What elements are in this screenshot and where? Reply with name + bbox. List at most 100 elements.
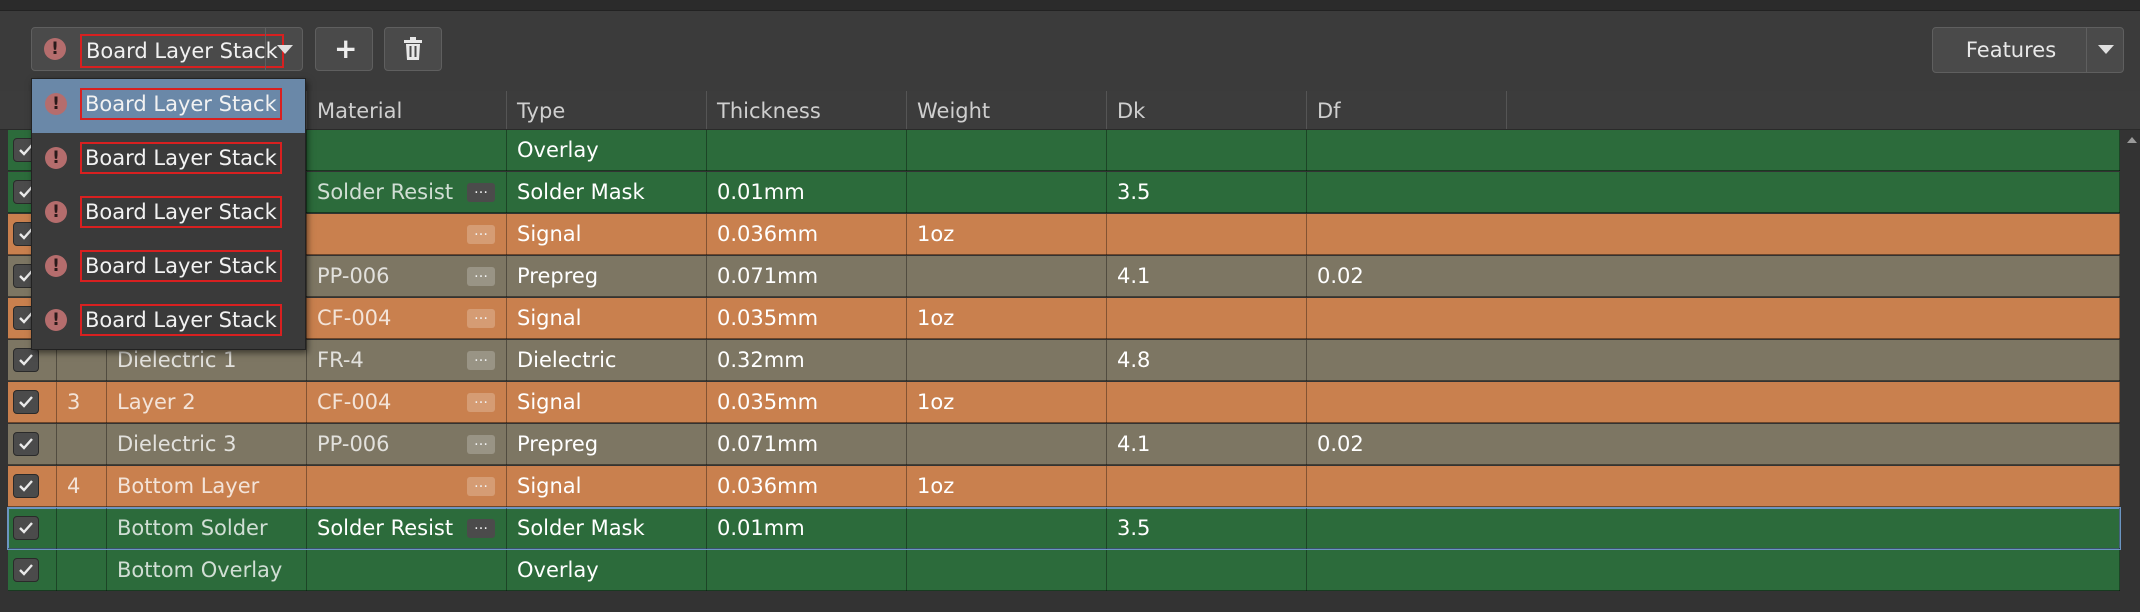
type-cell[interactable]: Signal <box>507 466 707 507</box>
weight-cell[interactable] <box>907 550 1107 591</box>
thickness-cell[interactable]: 0.036mm <box>707 214 907 255</box>
material-cell[interactable]: Solder Resist… <box>307 172 507 213</box>
delete-stack-button[interactable] <box>384 27 442 71</box>
dk-cell[interactable]: 3.5 <box>1107 508 1307 549</box>
type-cell[interactable]: Signal <box>507 298 707 339</box>
dropdown-item[interactable]: ! Board Layer Stack <box>32 133 305 187</box>
thickness-cell[interactable]: 0.071mm <box>707 256 907 297</box>
table-row[interactable]: 3 Layer 2 CF-004 … Signal 0.035mm 1oz <box>8 382 2120 423</box>
weight-cell[interactable] <box>907 256 1107 297</box>
layer-number-cell[interactable] <box>57 508 107 549</box>
df-cell[interactable] <box>1307 340 2120 381</box>
material-cell[interactable]: CF-004… <box>307 382 507 423</box>
material-more-button[interactable]: … <box>467 392 495 412</box>
type-cell[interactable]: Prepreg <box>507 424 707 465</box>
material-cell[interactable]: Solder Resist… <box>307 508 507 549</box>
layer-enabled-checkbox[interactable] <box>13 558 39 582</box>
dk-cell[interactable] <box>1107 550 1307 591</box>
type-cell[interactable]: Signal <box>507 382 707 423</box>
table-row[interactable]: PP-006 … Prepreg 0.071mm 4.1 0.02 <box>8 256 2120 297</box>
df-cell[interactable] <box>1307 172 2120 213</box>
material-cell[interactable]: … <box>307 466 507 507</box>
table-row[interactable]: Solder Resist … Solder Mask 0.01mm 3.5 <box>8 172 2120 213</box>
layer-enabled-checkbox[interactable] <box>13 432 39 456</box>
weight-cell[interactable] <box>907 424 1107 465</box>
weight-cell[interactable]: 1oz <box>907 214 1107 255</box>
dk-cell[interactable] <box>1107 214 1307 255</box>
dk-cell[interactable] <box>1107 298 1307 339</box>
thickness-cell[interactable]: 0.01mm <box>707 172 907 213</box>
df-cell[interactable] <box>1307 466 2120 507</box>
df-cell[interactable] <box>1307 382 2120 423</box>
add-stack-button[interactable]: + <box>315 27 373 71</box>
features-caret-button[interactable] <box>2086 28 2123 72</box>
type-cell[interactable]: Signal <box>507 214 707 255</box>
thickness-cell[interactable]: 0.036mm <box>707 466 907 507</box>
material-cell[interactable]: … <box>307 214 507 255</box>
layer-enabled-checkbox[interactable] <box>13 474 39 498</box>
type-cell[interactable]: Prepreg <box>507 256 707 297</box>
thickness-cell[interactable] <box>707 130 907 171</box>
header-weight[interactable]: Weight <box>907 91 1107 129</box>
header-type[interactable]: Type <box>507 91 707 129</box>
material-cell[interactable] <box>307 550 507 591</box>
material-more-button[interactable]: … <box>467 266 495 286</box>
df-cell[interactable]: 0.02 <box>1307 424 2120 465</box>
material-more-button[interactable]: … <box>467 308 495 328</box>
df-cell[interactable] <box>1307 214 2120 255</box>
table-row[interactable]: Bottom Overlay Overlay <box>8 550 2120 591</box>
material-more-button[interactable]: … <box>467 476 495 496</box>
layer-number-cell[interactable] <box>57 550 107 591</box>
layer-number-cell[interactable] <box>57 424 107 465</box>
type-cell[interactable]: Overlay <box>507 130 707 171</box>
layer-number-cell[interactable]: 3 <box>57 382 107 423</box>
thickness-cell[interactable]: 0.035mm <box>707 382 907 423</box>
layer-enabled-checkbox[interactable] <box>13 390 39 414</box>
df-cell[interactable] <box>1307 508 2120 549</box>
df-cell[interactable] <box>1307 298 2120 339</box>
material-more-button[interactable]: … <box>467 518 495 538</box>
thickness-cell[interactable]: 0.071mm <box>707 424 907 465</box>
weight-cell[interactable] <box>907 130 1107 171</box>
header-thickness[interactable]: Thickness <box>707 91 907 129</box>
layer-name-cell[interactable]: Bottom Solder <box>107 508 307 549</box>
weight-cell[interactable] <box>907 172 1107 213</box>
table-row[interactable]: CF-004 … Signal 0.035mm 1oz <box>8 298 2120 339</box>
dropdown-item[interactable]: ! Board Layer Stack <box>32 295 305 349</box>
table-row[interactable]: Overlay <box>8 130 2120 171</box>
weight-cell[interactable]: 1oz <box>907 382 1107 423</box>
dk-cell[interactable] <box>1107 382 1307 423</box>
thickness-cell[interactable]: 0.035mm <box>707 298 907 339</box>
material-cell[interactable]: CF-004… <box>307 298 507 339</box>
layer-number-cell[interactable]: 4 <box>57 466 107 507</box>
header-df[interactable]: Df <box>1307 91 1507 129</box>
material-cell[interactable] <box>307 130 507 171</box>
dropdown-item[interactable]: ! Board Layer Stack <box>32 187 305 241</box>
material-more-button[interactable]: … <box>467 182 495 202</box>
material-cell[interactable]: PP-006… <box>307 424 507 465</box>
df-cell[interactable] <box>1307 130 2120 171</box>
table-row[interactable]: … Signal 0.036mm 1oz <box>8 214 2120 255</box>
layer-name-cell[interactable]: Bottom Layer <box>107 466 307 507</box>
material-cell[interactable]: PP-006… <box>307 256 507 297</box>
dk-cell[interactable]: 4.1 <box>1107 256 1307 297</box>
dk-cell[interactable]: 3.5 <box>1107 172 1307 213</box>
dk-cell[interactable] <box>1107 466 1307 507</box>
type-cell[interactable]: Overlay <box>507 550 707 591</box>
features-dropdown[interactable]: Features <box>1932 27 2124 73</box>
layer-name-cell[interactable]: Dielectric 3 <box>107 424 307 465</box>
scroll-up-arrow[interactable] <box>2127 137 2137 143</box>
table-row[interactable]: Dielectric 3 PP-006 … Prepreg 0.071mm 4.1 0.02 <box>8 424 2120 465</box>
material-cell[interactable]: FR-4… <box>307 340 507 381</box>
dk-cell[interactable] <box>1107 130 1307 171</box>
dropdown-item[interactable]: ! Board Layer Stack <box>32 79 305 133</box>
thickness-cell[interactable]: 0.32mm <box>707 340 907 381</box>
layer-stack-dropdown-button[interactable] <box>265 28 302 70</box>
material-more-button[interactable]: … <box>467 350 495 370</box>
dk-cell[interactable]: 4.8 <box>1107 340 1307 381</box>
thickness-cell[interactable]: 0.01mm <box>707 508 907 549</box>
material-more-button[interactable]: … <box>467 224 495 244</box>
dk-cell[interactable]: 4.1 <box>1107 424 1307 465</box>
layer-stack-selector[interactable]: ! Board Layer Stack <box>31 27 303 71</box>
layer-enabled-checkbox[interactable] <box>13 348 39 372</box>
